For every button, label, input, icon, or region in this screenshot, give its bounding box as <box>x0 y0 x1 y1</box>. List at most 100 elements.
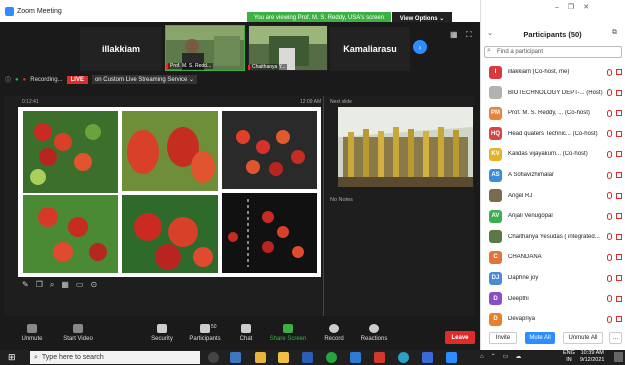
search-icon[interactable]: ⌕ <box>50 280 54 290</box>
video-off-icon <box>616 295 622 302</box>
participant-search-input[interactable]: Find a participant <box>484 46 622 58</box>
more-button[interactable]: ... <box>609 332 622 344</box>
people-icon <box>200 324 210 333</box>
video-off-icon <box>616 110 622 117</box>
mic-off-icon <box>607 68 612 76</box>
vlc-icon[interactable] <box>374 352 385 363</box>
next-slide-preview[interactable] <box>338 107 473 187</box>
chat-button[interactable]: Chat <box>224 324 268 342</box>
language-indicator[interactable]: ENG IN <box>563 350 575 364</box>
mic-off-icon <box>607 295 612 303</box>
clock-time-taskbar: 10:39 AM <box>580 350 604 356</box>
cortana-icon[interactable] <box>208 352 219 363</box>
participant-row[interactable]: Chaithanya Yesudas ( integrated... <box>489 230 624 244</box>
participant-row[interactable]: PM Prof. M. S. Reddy, ... (Co-host) <box>489 106 624 120</box>
share-screen-icon <box>283 324 293 333</box>
copy-icon[interactable]: ❐ <box>36 280 43 290</box>
participant-name: Prof. M. S. Redd... <box>168 63 214 69</box>
avatar: KV <box>489 147 502 161</box>
participant-row[interactable]: DJ Daphne joy <box>489 271 624 285</box>
window-controls: –❐✕ <box>555 3 598 11</box>
edge-icon[interactable] <box>398 352 409 363</box>
zoom-icon[interactable] <box>350 352 361 363</box>
gallery-tile-2[interactable]: Prof. M. S. Redd... <box>165 25 245 71</box>
zoom-meeting-icon[interactable] <box>446 352 457 363</box>
app-icon[interactable] <box>422 352 433 363</box>
video-off-icon <box>73 324 83 333</box>
whatsapp-icon[interactable] <box>326 352 337 363</box>
task-view-icon[interactable] <box>230 352 241 363</box>
video-off-icon <box>616 275 622 281</box>
avatar <box>489 230 502 244</box>
video-off-icon <box>616 151 622 158</box>
more-icon[interactable]: ⊙ <box>90 280 97 290</box>
info-icon[interactable]: ⓘ <box>5 75 11 84</box>
reactions-button[interactable]: Reactions <box>352 324 396 342</box>
participant-row[interactable]: C CHANDANA <box>489 250 624 264</box>
pane-divider[interactable] <box>323 96 324 316</box>
slide-notes: No Notes <box>330 197 353 203</box>
unmute-button[interactable]: Unmute <box>10 324 54 342</box>
participant-row[interactable]: BIOTECHNOLOGY DEPT-... (Host) <box>489 86 624 100</box>
close-icon[interactable]: ✕ <box>583 4 598 11</box>
stream-service-select[interactable]: on Custom Live Streaming Service ⌄ <box>91 75 198 84</box>
subtitles-icon[interactable]: ▭ <box>76 280 84 290</box>
maximize-icon[interactable]: ❐ <box>568 4 583 11</box>
start-video-button[interactable]: Start Video <box>56 324 100 342</box>
participant-name: CHANDANA <box>508 254 542 261</box>
participant-row[interactable]: HQ Head quaters Technic... (Co-host) <box>489 127 624 141</box>
windows-start-icon[interactable]: ⊞ <box>8 352 16 363</box>
participant-row[interactable]: Angel RJ <box>489 189 624 203</box>
record-label: Record <box>324 336 344 342</box>
gallery-tile-4[interactable]: Kamaliarasu <box>330 27 410 71</box>
participants-button[interactable]: Participants <box>183 324 227 342</box>
participant-name: A Sofiavizhimalar <box>508 172 555 178</box>
lang-region: IN <box>566 357 572 363</box>
unmute-all-button[interactable]: Unmute All <box>563 332 603 344</box>
record-button[interactable]: Record <box>312 324 356 342</box>
fullscreen-icon[interactable]: ⛶ <box>466 30 472 40</box>
participant-row[interactable]: Iillakkiam (Co-host, me) <box>489 65 624 79</box>
live-badge[interactable]: LIVE <box>66 75 88 84</box>
participant-row[interactable]: AV Anjali Venugopal <box>489 209 624 223</box>
leave-button[interactable]: Leave <box>445 331 475 344</box>
file-explorer-icon[interactable] <box>278 352 289 363</box>
mute-all-button[interactable]: Mute All <box>525 332 555 344</box>
next-page-button[interactable]: › <box>413 40 427 54</box>
taskbar-search[interactable]: ⌕ Type here to search <box>30 351 200 364</box>
share-screen-label: Share Screen <box>269 336 307 342</box>
participant-row[interactable]: D Devapriya <box>489 312 624 326</box>
gallery-tile-1[interactable]: illakkiam <box>80 27 162 71</box>
chrome-icon[interactable] <box>255 352 266 363</box>
popout-icon[interactable]: ⧉ <box>612 29 617 37</box>
shield-icon: ● <box>15 76 19 83</box>
participant-name: Anjali Venugopal <box>508 213 553 220</box>
gallery-tile-3[interactable]: Chaithanya Y... <box>248 25 328 71</box>
pen-icon[interactable]: ✎ <box>22 280 29 290</box>
current-slide <box>18 107 321 277</box>
participant-name: Daphne joy <box>508 275 539 281</box>
start-video-label: Start Video <box>63 336 93 342</box>
avatar <box>489 189 502 203</box>
clock[interactable]: 10:39 AM 9/12/2021 <box>580 350 604 364</box>
mic-off-icon <box>607 233 612 241</box>
notifications-icon[interactable] <box>614 352 623 362</box>
share-screen-button[interactable]: Share Screen <box>266 324 310 342</box>
participant-row[interactable]: KV Kalidas vijayakum... (Co-host) <box>489 147 624 161</box>
participant-row[interactable]: AS A Sofiavizhimalar <box>489 168 624 182</box>
minimize-icon[interactable]: – <box>555 4 568 11</box>
participant-row[interactable]: D Deepthi <box>489 292 624 306</box>
security-button[interactable]: Security <box>140 324 184 342</box>
participant-name: Devapriya <box>508 316 536 323</box>
tray-icons[interactable]: ⌂⌃▭☁ <box>480 353 528 360</box>
participant-name: Chaithanya Y... <box>250 64 288 70</box>
word-icon[interactable] <box>302 352 313 363</box>
recording-dot-icon: ● <box>22 76 27 83</box>
participant-name: BIOTECHNOLOGY DEPT-... (Host) <box>508 89 603 96</box>
avatar <box>489 86 502 100</box>
participant-name: illakkiam (Co-host, me) <box>508 69 570 75</box>
invite-button[interactable]: Invite <box>489 332 517 344</box>
gallery-view-icon[interactable]: ▦ <box>450 30 458 39</box>
mic-off-icon <box>607 212 612 220</box>
grid-icon[interactable]: ▦ <box>61 280 69 290</box>
